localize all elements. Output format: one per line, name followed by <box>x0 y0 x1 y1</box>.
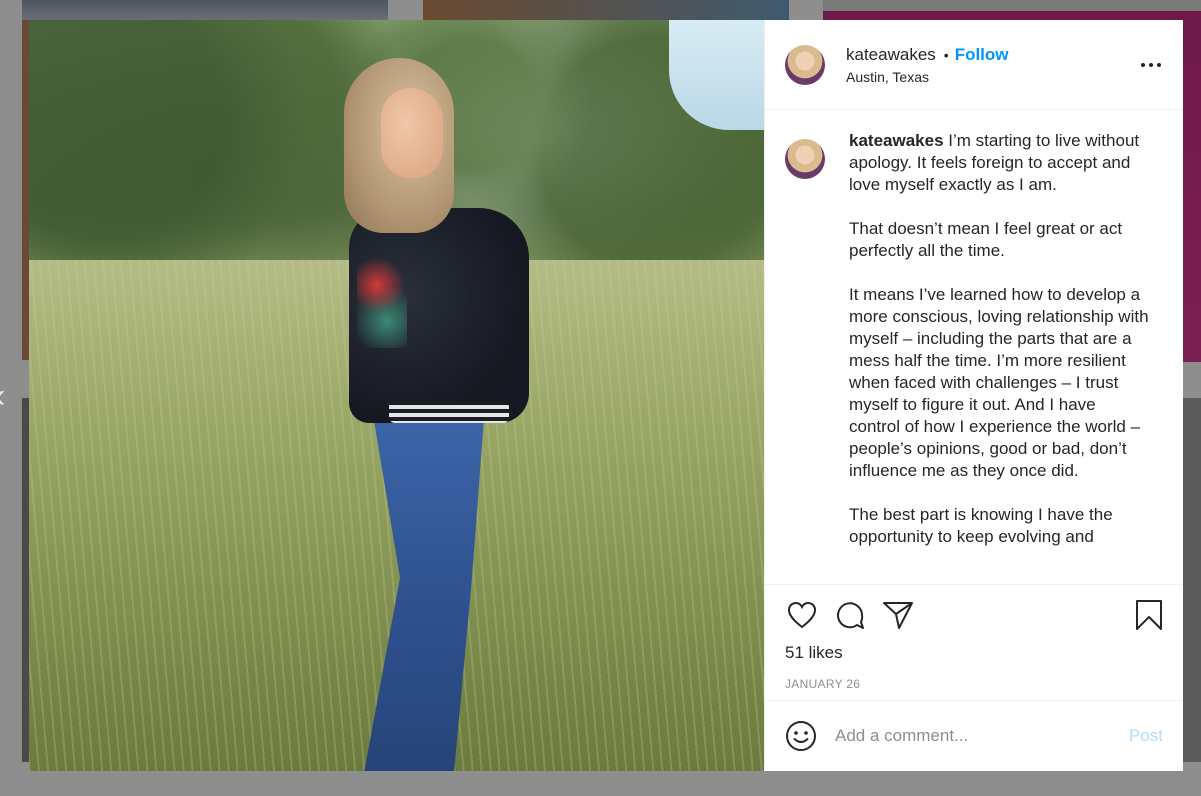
caption-username[interactable]: kateawakes <box>849 131 944 150</box>
comments-area[interactable]: kateawakes I’m starting to live without … <box>765 110 1183 584</box>
photo-jacket <box>349 208 529 423</box>
action-icons-row <box>785 597 1165 633</box>
paper-plane-icon[interactable] <box>881 598 915 632</box>
caption-paragraph: That doesn’t mean I feel great or act pe… <box>849 219 1123 260</box>
caption-paragraph: kateawakes I’m starting to live without … <box>849 130 1149 196</box>
caption-avatar[interactable] <box>785 139 825 179</box>
post-photo[interactable] <box>29 20 764 771</box>
username-link[interactable]: kateawakes <box>846 45 936 65</box>
caption-paragraph: The best part is knowing I have the oppo… <box>849 505 1113 546</box>
header-text: kateawakes • Follow Austin, Texas <box>846 45 1009 85</box>
post-header: kateawakes • Follow Austin, Texas <box>765 20 1183 110</box>
location-link[interactable]: Austin, Texas <box>846 69 1009 85</box>
photo-embroidery <box>357 258 407 348</box>
background-post-tile <box>423 0 789 20</box>
header-top-row: kateawakes • Follow <box>846 45 1009 65</box>
more-dot <box>1149 63 1153 67</box>
previous-post-arrow-icon[interactable]: ‹ <box>0 378 14 414</box>
caption-paragraph: It means I’ve learned how to develop a m… <box>849 285 1149 480</box>
comment-bar: Post <box>765 700 1183 771</box>
more-options-icon[interactable] <box>1141 60 1161 70</box>
background-post-tile <box>22 0 388 20</box>
post-side-panel: kateawakes • Follow Austin, Texas kateaw… <box>764 20 1183 771</box>
background-post-tile <box>1183 398 1201 762</box>
post-date[interactable]: JANUARY 26 <box>785 677 1165 691</box>
bookmark-icon[interactable] <box>1135 599 1165 633</box>
post-caption: kateawakes I’m starting to live without … <box>849 130 1149 584</box>
comment-icon[interactable] <box>833 598 867 632</box>
heart-icon[interactable] <box>785 598 819 632</box>
follow-button[interactable]: Follow <box>955 45 1009 65</box>
smiley-icon[interactable] <box>785 720 817 752</box>
more-dot <box>1141 63 1145 67</box>
photo-face <box>381 88 443 178</box>
comment-input[interactable] <box>835 726 1129 746</box>
likes-count[interactable]: 51 likes <box>785 643 1165 663</box>
more-dot <box>1157 63 1161 67</box>
post-comment-button[interactable]: Post <box>1129 726 1163 746</box>
post-actions: 51 likes JANUARY 26 <box>765 584 1183 700</box>
photo-jeans <box>364 418 484 771</box>
photo-jacket-band <box>389 401 509 423</box>
photo-person <box>319 58 539 771</box>
post-modal: kateawakes • Follow Austin, Texas kateaw… <box>29 20 1183 771</box>
separator-dot: • <box>943 46 949 63</box>
avatar[interactable] <box>785 44 825 85</box>
